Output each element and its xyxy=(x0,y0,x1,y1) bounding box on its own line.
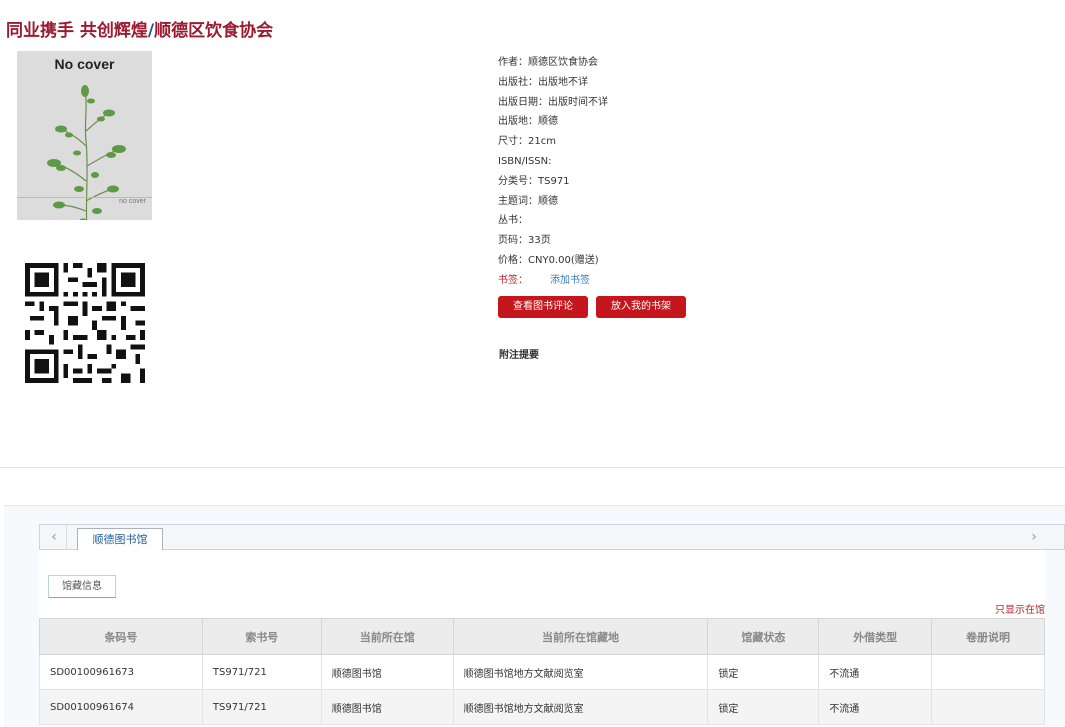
cover-title: No cover xyxy=(54,56,115,72)
table-row: SD00100961674 TS971/721 顺德图书馆 顺德图书馆地方文献阅… xyxy=(39,689,1045,725)
meta-pages: 页码：33页 xyxy=(498,235,551,247)
table-header-row: 条码号 索书号 当前所在馆 当前所在馆藏地 馆藏状态 外借类型 卷册说明 xyxy=(39,618,1045,655)
col-barcode: 条码号 xyxy=(39,618,203,655)
meta-isbn: ISBN/ISSN: xyxy=(498,155,552,167)
qr-code-icon xyxy=(25,263,145,383)
cell-barcode: SD00100961674 xyxy=(39,689,203,725)
cell-library: 顺德图书馆 xyxy=(320,654,454,690)
cell-call-number: TS971/721 xyxy=(201,654,322,690)
meta-subject: 主题词：顺德 xyxy=(498,195,558,207)
add-bookmark-link[interactable]: 添加书签 xyxy=(550,275,590,286)
col-status: 馆藏状态 xyxy=(707,618,820,655)
only-show-available-link[interactable]: 只显示在馆 xyxy=(995,601,1045,616)
holdings-content: 馆藏信息 只显示在馆 条码号 索书号 当前所在馆 当前所在馆藏地 馆藏状态 外借… xyxy=(39,550,1045,727)
col-volume-note: 卷册说明 xyxy=(931,618,1045,655)
meta-size: 尺寸：21cm xyxy=(498,136,556,148)
cell-status: 锁定 xyxy=(707,689,820,725)
cell-loan-type: 不流通 xyxy=(818,689,933,725)
notes-heading: 附注提要 xyxy=(499,350,539,361)
cell-loan-type: 不流通 xyxy=(818,654,933,690)
view-reviews-button[interactable]: 查看图书评论 xyxy=(498,296,588,318)
col-loan-type: 外借类型 xyxy=(818,618,933,655)
cell-volume-note xyxy=(931,689,1045,725)
meta-pub-place: 出版地：顺德 xyxy=(498,116,558,128)
tab-holdings-info[interactable]: 馆藏信息 xyxy=(48,575,116,598)
bookmark-label: 书签： xyxy=(498,274,528,286)
book-cover-image: No cover no cover xyxy=(17,51,152,220)
title-part2: 顺德区饮食协会 xyxy=(154,21,274,41)
title-part1: 同业携手 共创辉煌 xyxy=(6,21,148,41)
holdings-table: 条码号 索书号 当前所在馆 当前所在馆藏地 馆藏状态 外借类型 卷册说明 SD0… xyxy=(39,618,1045,725)
cell-barcode: SD00100961673 xyxy=(39,654,203,690)
tab-next-arrow-icon[interactable]: › xyxy=(1022,525,1046,549)
meta-author: 作者：顺德区饮食协会 xyxy=(498,57,598,68)
tab-prev-arrow-icon[interactable]: ‹ xyxy=(42,525,67,549)
meta-publisher: 出版社：出版地不详 xyxy=(498,76,588,88)
cell-location: 顺德图书馆地方文献阅览室 xyxy=(452,654,709,690)
library-tab-bar: ‹ 顺德图书馆 › xyxy=(39,524,1065,551)
cell-library: 顺德图书馆 xyxy=(320,689,454,725)
meta-series: 丛书： xyxy=(498,215,528,227)
tab-shunde-library[interactable]: 顺德图书馆 xyxy=(77,528,163,551)
cell-volume-note xyxy=(931,654,1045,690)
meta-bookmark: 书签： 添加书签 xyxy=(498,271,608,291)
cell-status: 锁定 xyxy=(707,654,820,690)
book-metadata: 作者：顺德区饮食协会 出版社：出版地不详 出版日期：出版时间不详 出版地：顺德 … xyxy=(498,53,608,291)
meta-pub-date: 出版日期：出版时间不详 xyxy=(498,96,608,108)
add-to-shelf-button[interactable]: 放入我的书架 xyxy=(596,296,686,318)
meta-classification: 分类号：TS971 xyxy=(498,175,570,187)
cell-location: 顺德图书馆地方文献阅览室 xyxy=(452,689,709,725)
cover-footer: no cover xyxy=(119,198,146,205)
col-current-library: 当前所在馆 xyxy=(320,618,454,655)
section-divider xyxy=(0,467,1065,468)
col-current-location: 当前所在馆藏地 xyxy=(452,618,709,655)
meta-price: 价格：CNY0.00(赠送) xyxy=(498,254,599,266)
cell-call-number: TS971/721 xyxy=(201,689,322,725)
page-title: 同业携手 共创辉煌/顺德区饮食协会 xyxy=(6,16,273,41)
table-row: SD00100961673 TS971/721 顺德图书馆 顺德图书馆地方文献阅… xyxy=(39,654,1045,690)
col-call-number: 索书号 xyxy=(201,618,322,655)
